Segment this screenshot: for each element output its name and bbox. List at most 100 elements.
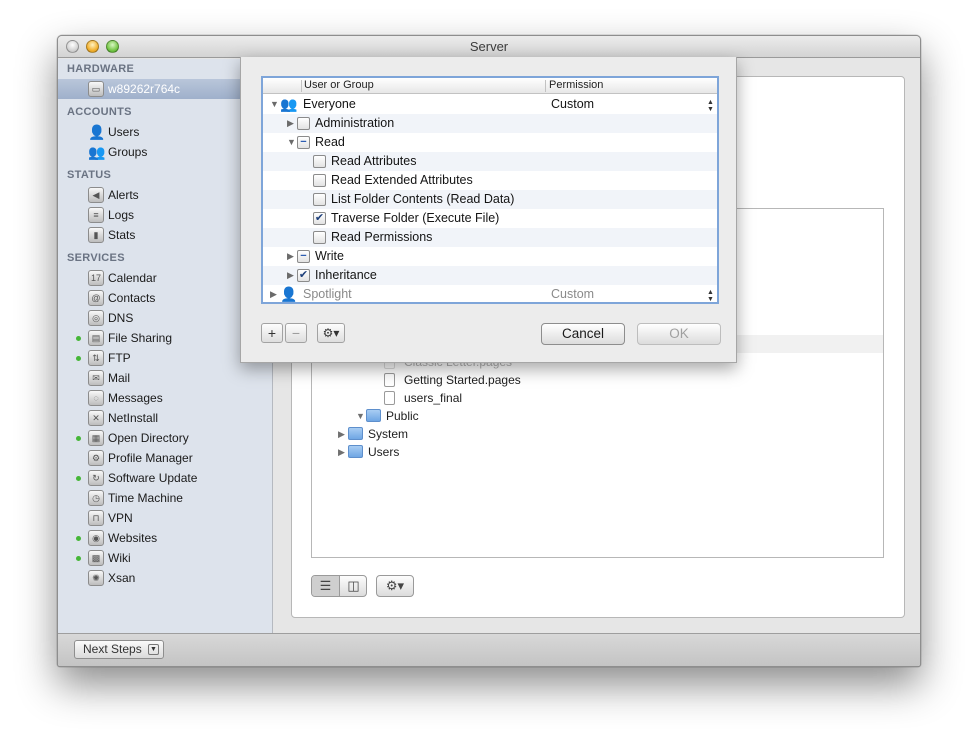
add-button[interactable]: +	[261, 323, 283, 343]
folder-icon	[348, 445, 363, 458]
permission-checkbox[interactable]: ✔	[297, 269, 310, 282]
sidebar-item-label: Calendar	[108, 271, 157, 285]
disclosure-expanded-icon[interactable]: ▼	[356, 407, 365, 425]
sidebar-item[interactable]: ✉ Mail	[58, 368, 272, 388]
permission-row[interactable]: ▶ 👤 Spotlight Custom ▲▼	[263, 285, 717, 303]
remove-button[interactable]: −	[285, 323, 307, 343]
permission-row[interactable]: ✔ Traverse Folder (Execute File)	[263, 209, 717, 228]
sidebar-item-label: Alerts	[108, 188, 139, 202]
sidebar-item[interactable]: ▩ Wiki	[58, 548, 272, 568]
permission-checkbox[interactable]	[313, 155, 326, 168]
sidebar-item[interactable]: ◷ Time Machine	[58, 488, 272, 508]
next-steps-label: Next Steps	[83, 642, 142, 656]
table-header: User or Group Permission	[263, 78, 717, 94]
permission-popup[interactable]: Custom	[551, 285, 594, 302]
file-name: users_final	[404, 391, 463, 405]
disclosure-expanded-icon[interactable]: ▼	[270, 95, 279, 114]
sidebar-item[interactable]: ✺ Xsan	[58, 568, 272, 588]
permission-checkbox[interactable]	[313, 193, 326, 206]
popup-arrows-icon: ▲▼	[707, 289, 714, 303]
calendar-icon: 17	[88, 270, 104, 286]
permission-checkbox[interactable]	[313, 231, 326, 244]
permission-checkbox[interactable]	[313, 174, 326, 187]
time-machine-icon: ◷	[88, 490, 104, 506]
xsan-icon: ✺	[88, 570, 104, 586]
service-running-dot	[76, 356, 81, 361]
permission-row[interactable]: ▶ ✔ Inheritance	[263, 266, 717, 285]
file-name: System	[368, 427, 409, 441]
ok-button[interactable]: OK	[637, 323, 721, 345]
permission-row[interactable]: ▼ − Read	[263, 133, 717, 152]
close-button[interactable]	[66, 40, 79, 53]
permission-checkbox[interactable]: −	[297, 250, 310, 263]
sidebar-item-label: Wiki	[108, 551, 131, 565]
sheet-action-button[interactable]: ⚙▾	[317, 323, 345, 343]
gear-icon: ⚙▾	[385, 578, 405, 593]
sidebar-item[interactable]: ◌ Messages	[58, 388, 272, 408]
permission-row[interactable]: ▶ − Write	[263, 247, 717, 266]
file-sharing-icon: ▤	[88, 330, 104, 346]
list-view-icon[interactable]: ☰	[312, 576, 340, 596]
permissions-table[interactable]: User or Group Permission ▼ 👥 Everyone Custo…	[261, 76, 719, 304]
permission-row[interactable]: List Folder Contents (Read Data)	[263, 190, 717, 209]
sidebar-item-label: NetInstall	[108, 411, 159, 425]
permission-row[interactable]: ▼ 👥 Everyone Custom ▲▼	[263, 95, 717, 114]
file-row[interactable]: Getting Started.pages	[312, 371, 883, 389]
sidebar-section-header: SERVICES	[67, 252, 125, 264]
sidebar-item[interactable]: ✕ NetInstall	[58, 408, 272, 428]
wiki-icon: ▩	[88, 550, 104, 566]
cancel-button[interactable]: Cancel	[541, 323, 625, 345]
disclosure-expanded-icon[interactable]: ▼	[287, 133, 296, 152]
service-running-dot	[76, 436, 81, 441]
column-view-icon[interactable]: ◫	[340, 576, 367, 596]
disclosure-collapsed-icon[interactable]: ▶	[338, 443, 345, 461]
permission-label: List Folder Contents (Read Data)	[331, 192, 515, 206]
profile-manager-icon: ⚙	[88, 450, 104, 466]
column-header-user-or-group[interactable]: User or Group	[304, 78, 374, 93]
stats-icon: ▮	[88, 227, 104, 243]
sidebar-item[interactable]: ↻ Software Update	[58, 468, 272, 488]
document-icon	[384, 373, 395, 387]
sidebar-item[interactable]: ◉ Websites	[58, 528, 272, 548]
permission-row[interactable]: Read Attributes	[263, 152, 717, 171]
disclosure-collapsed-icon[interactable]: ▶	[287, 247, 294, 266]
sidebar-item-label: Xsan	[108, 571, 136, 585]
permission-label: Read	[315, 135, 345, 149]
file-row[interactable]: ▶ Users	[312, 443, 883, 461]
messages-icon: ◌	[88, 390, 104, 406]
footer-bar: Next Steps ▼	[58, 633, 920, 666]
sidebar-item-label: Stats	[108, 228, 136, 242]
column-header-permission[interactable]: Permission	[549, 78, 603, 93]
permission-label: Read Attributes	[331, 154, 417, 168]
sidebar-item-label: Open Directory	[108, 431, 189, 445]
disclosure-collapsed-icon[interactable]: ▶	[287, 114, 294, 133]
title-bar[interactable]: Server	[58, 36, 920, 58]
permission-row[interactable]: Read Permissions	[263, 228, 717, 247]
file-row[interactable]: ▼ Public	[312, 407, 883, 425]
column-divider	[545, 80, 546, 92]
permission-popup[interactable]: Custom	[551, 95, 594, 114]
disclosure-collapsed-icon[interactable]: ▶	[270, 285, 277, 302]
disclosure-collapsed-icon[interactable]: ▶	[338, 425, 345, 443]
permission-row[interactable]: ▶ Administration	[263, 114, 717, 133]
permission-checkbox[interactable]: −	[297, 136, 310, 149]
netinstall-icon: ✕	[88, 410, 104, 426]
user-icon: 👤	[88, 124, 106, 140]
sidebar-item[interactable]: ▦ Open Directory	[58, 428, 272, 448]
file-row[interactable]: ▶ System	[312, 425, 883, 443]
permission-checkbox[interactable]: ✔	[313, 212, 326, 225]
disclosure-collapsed-icon[interactable]: ▶	[287, 266, 294, 285]
next-steps-button[interactable]: Next Steps ▼	[74, 640, 164, 659]
minimize-button[interactable]	[86, 40, 99, 53]
sidebar-item[interactable]: ⚙ Profile Manager	[58, 448, 272, 468]
action-menu-button[interactable]: ⚙▾	[376, 575, 414, 597]
zoom-button[interactable]	[106, 40, 119, 53]
permission-label: Administration	[315, 116, 395, 130]
sidebar-section-header: ACCOUNTS	[67, 106, 132, 118]
sidebar-item[interactable]: ⊓ VPN	[58, 508, 272, 528]
permission-checkbox[interactable]	[297, 117, 310, 130]
file-row[interactable]: users_final	[312, 389, 883, 407]
permission-row[interactable]: Read Extended Attributes	[263, 171, 717, 190]
alerts-icon: ◀	[88, 187, 104, 203]
user-icon: 👤	[280, 286, 298, 302]
